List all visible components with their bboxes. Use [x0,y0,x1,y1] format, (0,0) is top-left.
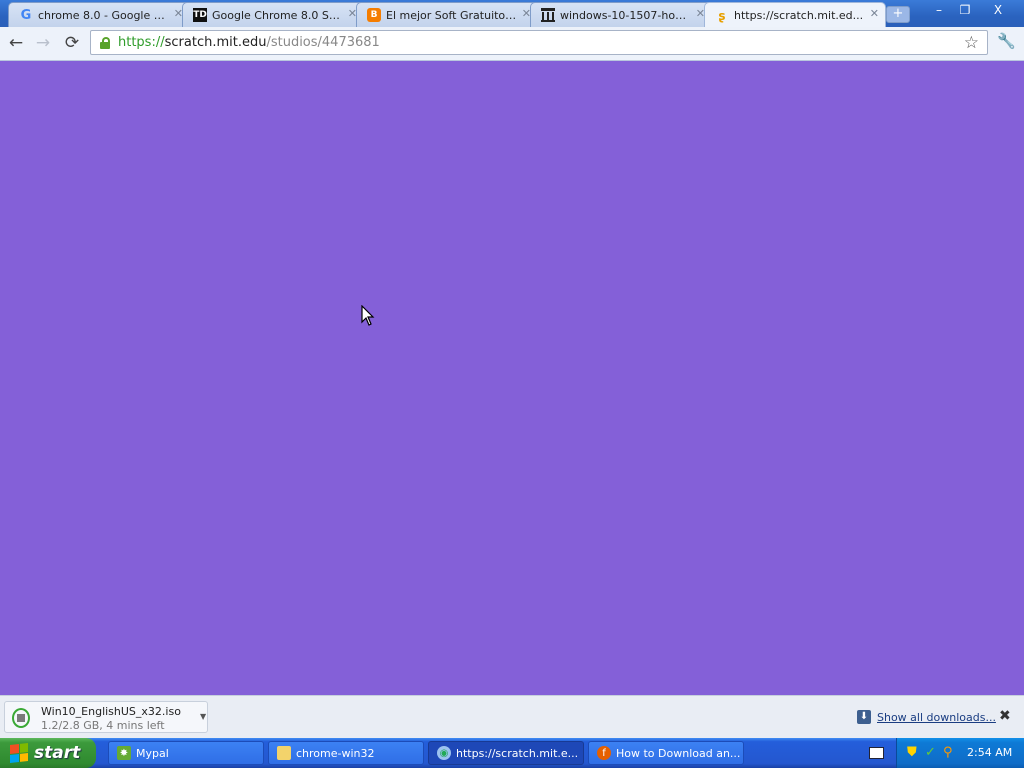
folder-icon [277,746,291,760]
reload-icon: ⟳ [64,33,80,53]
chrome-icon: ◉ [437,746,451,760]
arrow-left-icon: ← [8,33,24,53]
download-arrow-icon: ⬇ [857,710,871,724]
tab-strip: G chrome 8.0 - Google S... ✕ TD Google C… [0,0,1024,28]
show-all-downloads-link[interactable]: Show all downloads... [877,711,996,724]
tab-soft-gratuito[interactable]: B El mejor Soft Gratuito: ... ✕ [356,2,538,27]
shield-icon[interactable]: ⛊ [907,745,917,760]
page-content[interactable] [0,61,1024,695]
mypal-icon: ✸ [117,746,131,760]
network-icon[interactable]: ✓ [925,745,936,760]
taskbar-item-mypal[interactable]: ✸ Mypal [108,741,264,765]
close-icon[interactable]: ✕ [870,7,879,20]
wrench-menu-icon[interactable]: 🔧 [997,32,1016,50]
taskbar-item-chrome-win32[interactable]: chrome-win32 [268,741,424,765]
url-host: scratch.mit.edu [164,35,267,50]
tab-chrome-standalone[interactable]: TD Google Chrome 8.0 Sta... ✕ [182,2,364,27]
download-shelf: Win10_EnglishUS_x32.iso 1.2/2.8 GB, 4 mi… [0,695,1024,739]
scratch-icon: ʂ [718,8,726,23]
url-scheme: https:// [118,35,165,50]
mouse-cursor-icon [361,305,375,326]
tab-scratch[interactable]: ʂ https://scratch.mit.ed... ✕ [704,2,886,28]
address-bar[interactable]: https://scratch.mit.edu/studios/4473681 … [90,30,988,55]
bookmark-star-icon[interactable]: ☆ [964,33,979,53]
minimize-button[interactable]: – [928,1,950,19]
url-path: /studios/4473681 [266,35,380,50]
keyboard-icon[interactable] [869,747,884,759]
taskbar-item-scratch[interactable]: ◉ https://scratch.mit.e... [428,741,584,765]
tab-windows-archive[interactable]: windows-10-1507-hom... ✕ [530,2,712,27]
google-icon: G [20,7,32,23]
download-item[interactable]: Win10_EnglishUS_x32.iso 1.2/2.8 GB, 4 mi… [4,701,208,733]
taskbar-item-how-to-download[interactable]: f How to Download an... [588,741,744,765]
download-progress-icon [12,708,30,728]
tab-google-search[interactable]: G chrome 8.0 - Google S... ✕ [8,2,190,27]
td-icon: TD [193,8,207,22]
back-button[interactable]: ← [5,33,27,53]
browser-toolbar: ← → ⟳ https://scratch.mit.edu/studios/44… [0,27,1024,61]
search-icon[interactable]: ⚲ [943,745,953,760]
taskbar: start ✸ Mypal chrome-win32 ◉ https://scr… [0,738,1024,768]
close-shelf-button[interactable]: ✖ [999,708,1011,724]
download-filename: Win10_EnglishUS_x32.iso [41,705,181,718]
system-tray: ⛊ ✓ ⚲ 2:54 AM [896,738,1024,768]
start-label: start [34,743,81,763]
blogger-icon: B [367,8,381,22]
close-window-button[interactable]: X [987,1,1009,19]
start-button[interactable]: start [0,738,96,768]
clock: 2:54 AM [967,746,1013,759]
new-tab-button[interactable]: + [886,6,910,23]
download-status: 1.2/2.8 GB, 4 mins left [41,719,165,732]
lock-icon [99,37,111,49]
windows-logo-icon [10,743,28,763]
dropdown-arrow-icon[interactable]: ▼ [200,712,206,721]
forward-button[interactable]: → [32,33,54,53]
arrow-right-icon: → [35,33,51,53]
restore-button[interactable]: ❐ [954,1,976,19]
reload-button[interactable]: ⟳ [61,33,83,53]
firefox-icon: f [597,746,611,760]
archive-icon [541,8,555,22]
